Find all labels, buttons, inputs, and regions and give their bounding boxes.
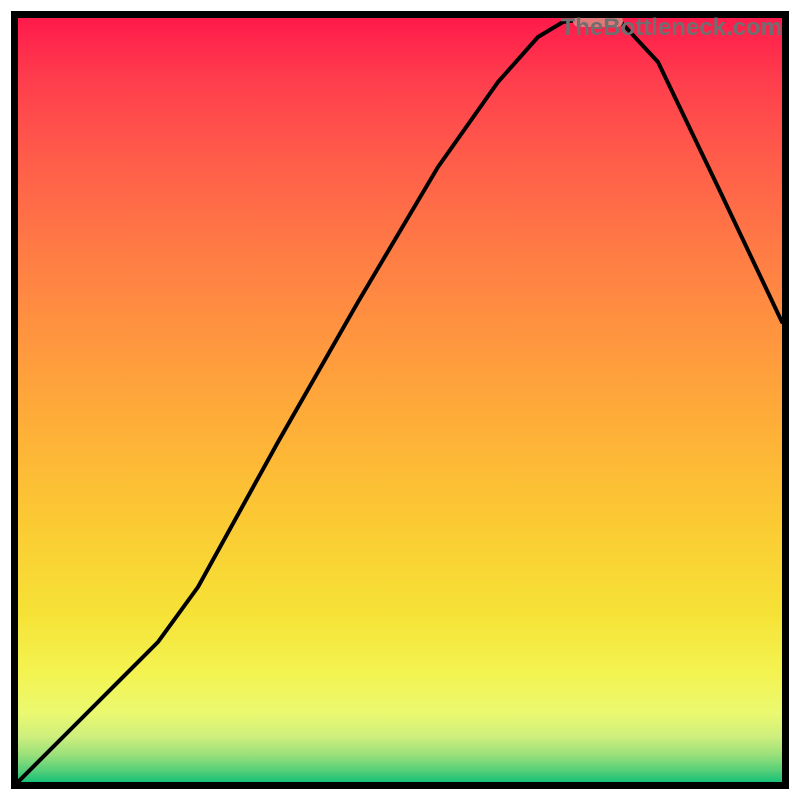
chart-stage: TheBottleneck.com	[0, 0, 800, 800]
chart-frame	[11, 11, 789, 789]
watermark-text: TheBottleneck.com	[561, 14, 782, 42]
heat-gradient	[18, 18, 782, 782]
